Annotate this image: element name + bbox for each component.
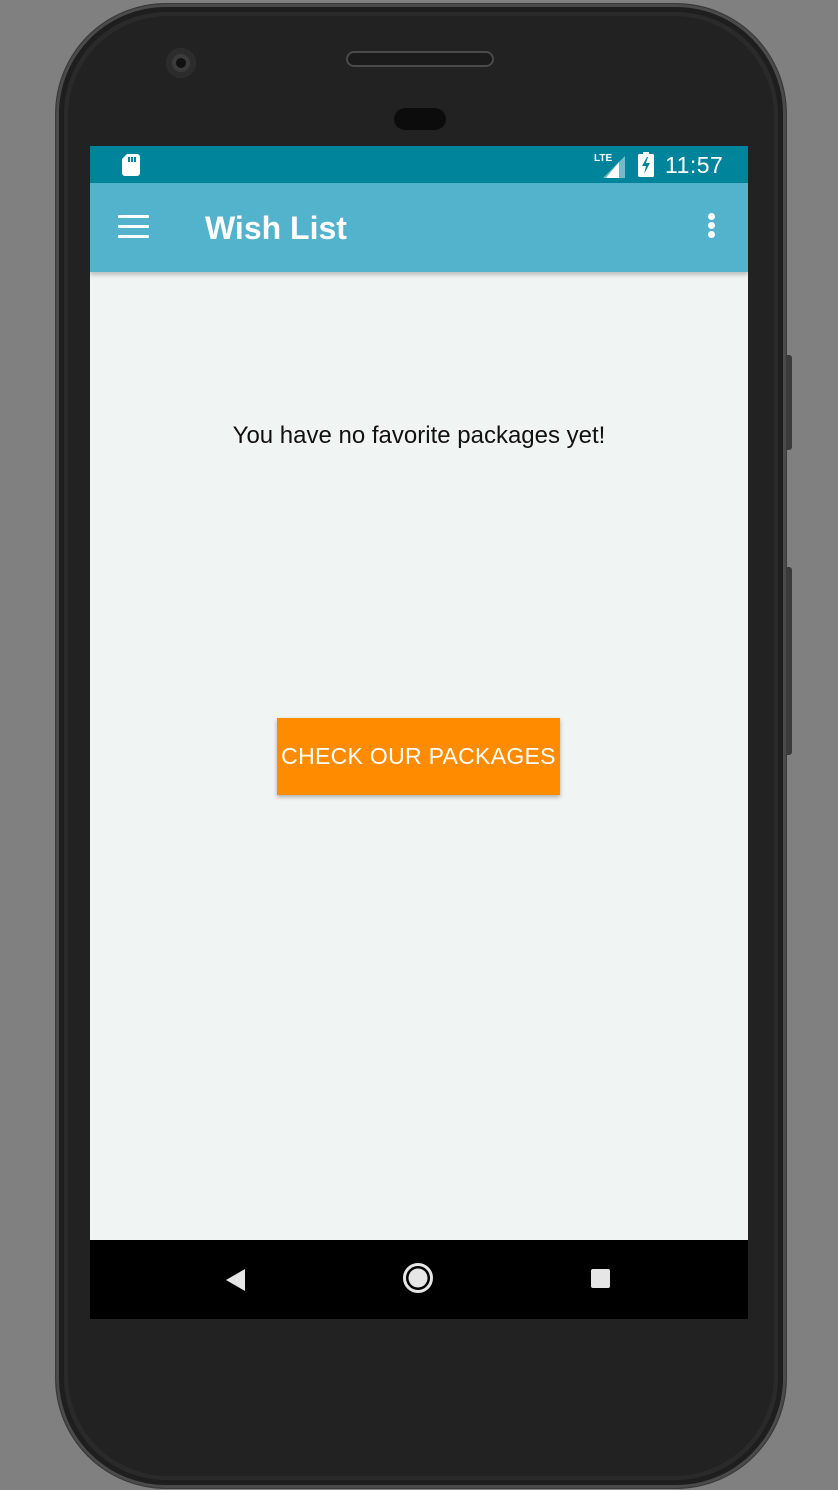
- hamburger-menu-icon[interactable]: [118, 213, 150, 241]
- device-frame: LTE 11:57 Wish List You have no favorite…: [0, 0, 838, 1490]
- sd-card-icon: [122, 154, 140, 176]
- empty-state-message: You have no favorite packages yet!: [232, 422, 606, 449]
- front-camera: [166, 48, 196, 78]
- page-title: Wish List: [205, 210, 347, 246]
- recents-icon[interactable]: [591, 1269, 610, 1288]
- battery-charging-icon: [638, 152, 654, 177]
- status-clock: 11:57: [665, 152, 724, 178]
- navigation-bar: [90, 1240, 748, 1319]
- back-icon[interactable]: [226, 1269, 246, 1291]
- app-bar: Wish List: [90, 183, 748, 272]
- screen: LTE 11:57 Wish List You have no favorite…: [90, 146, 748, 1319]
- earpiece-speaker: [346, 51, 494, 67]
- status-bar: LTE 11:57: [90, 146, 748, 183]
- home-icon[interactable]: [402, 1262, 434, 1294]
- more-vert-icon[interactable]: [700, 213, 724, 243]
- proximity-sensor: [394, 108, 446, 130]
- lte-signal-icon: LTE: [594, 153, 625, 178]
- check-packages-button[interactable]: CHECK OUR PACKAGES: [277, 718, 560, 795]
- lte-label: LTE: [594, 153, 612, 164]
